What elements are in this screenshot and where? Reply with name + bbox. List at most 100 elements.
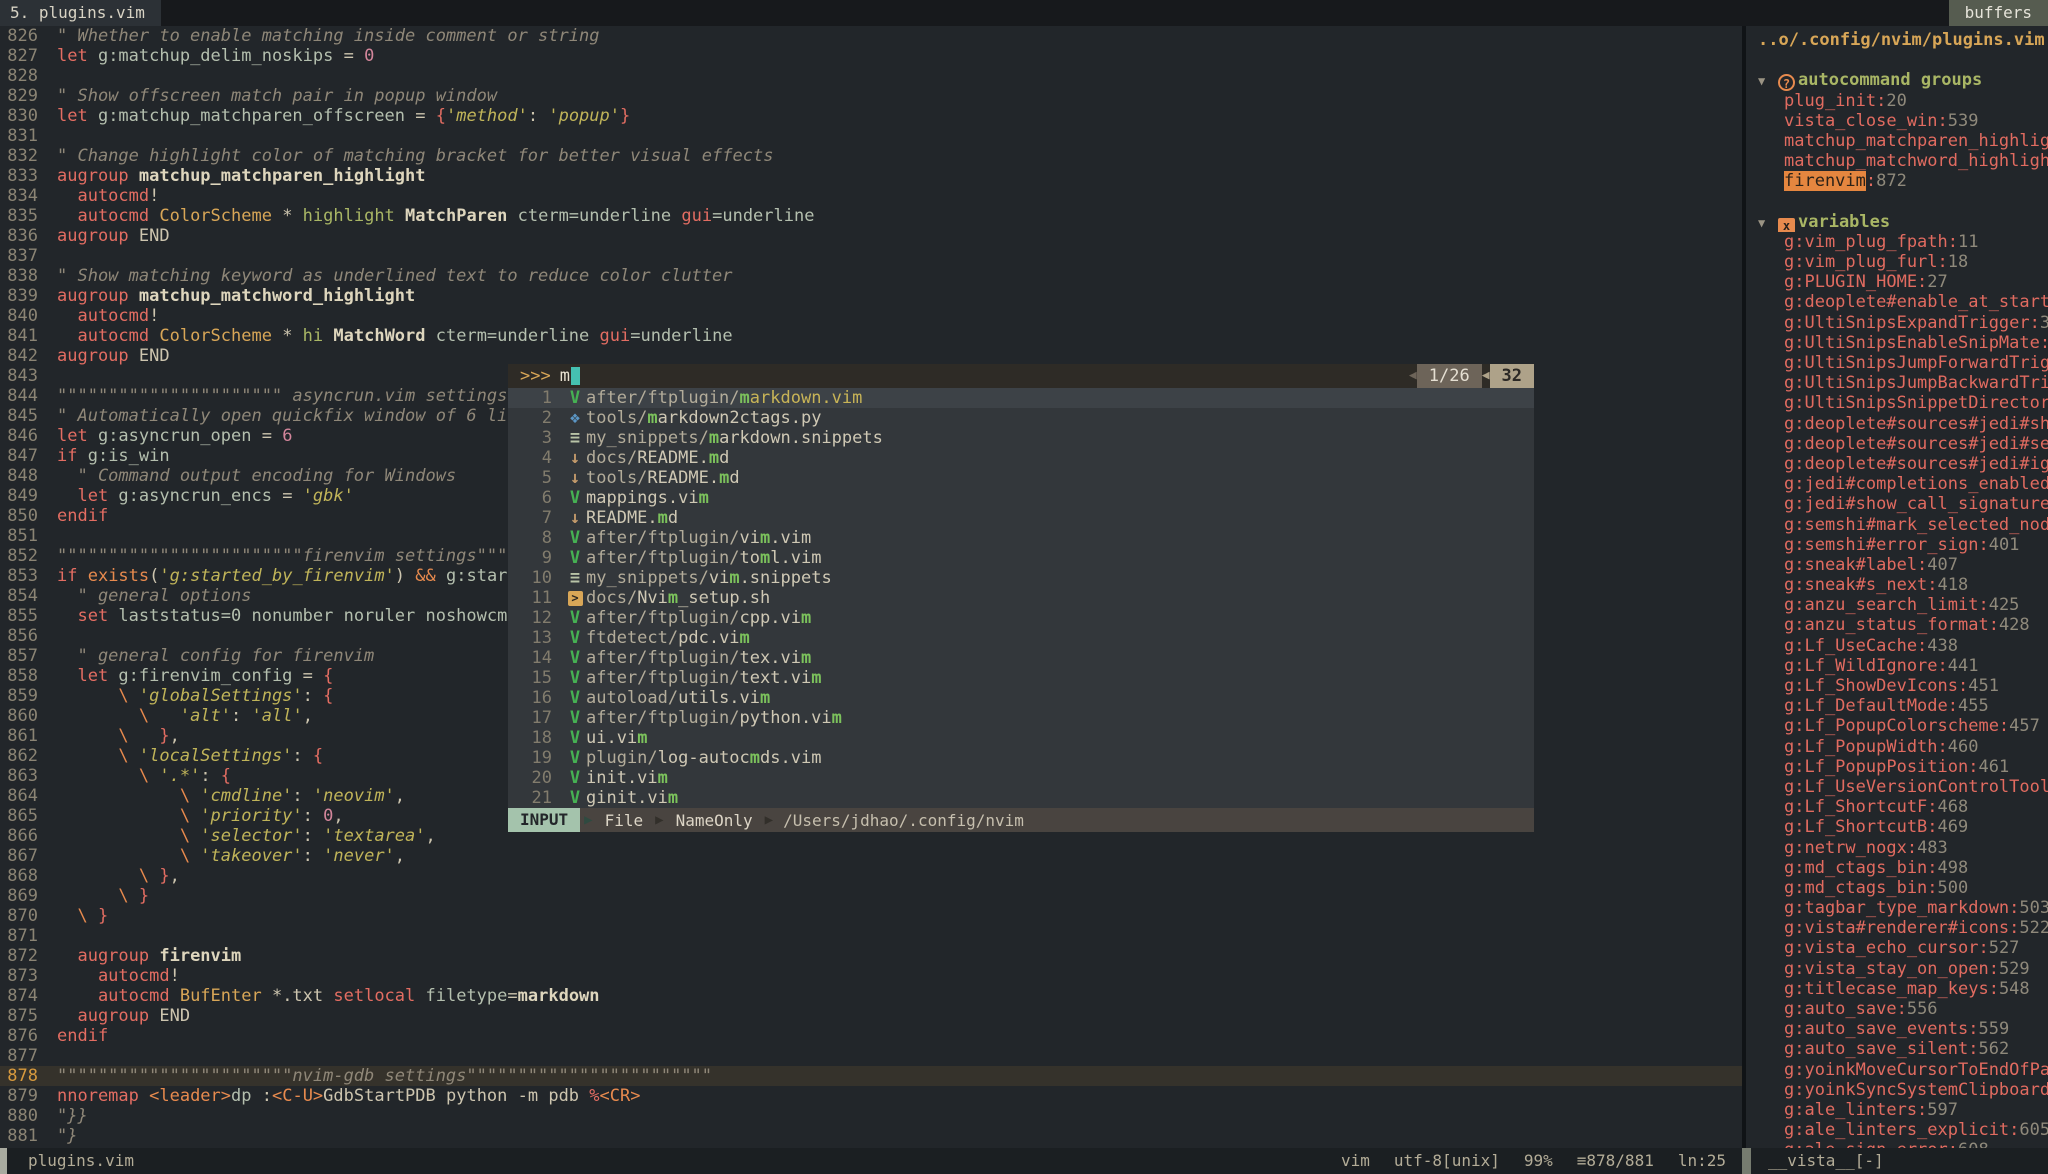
file-result-row[interactable]: 6Vmappings.vim [508, 488, 1534, 508]
symbol-item[interactable]: g:auto_save_events:559 [1746, 1019, 2048, 1039]
symbol-item[interactable]: vista_close_win:539 [1746, 111, 2048, 131]
symbol-item[interactable]: plug_init:20 [1746, 91, 2048, 111]
code-line-876[interactable]: 876endif [0, 1026, 1742, 1046]
symbol-item[interactable]: g:semshi#error_sign:401 [1746, 535, 2048, 555]
symbol-item[interactable]: g:vista#renderer#icons:522 [1746, 918, 2048, 938]
code-line-872[interactable]: 872 augroup firenvim [0, 946, 1742, 966]
symbol-item[interactable]: matchup_matchparen_highlight [1746, 131, 2048, 151]
symbol-item[interactable]: g:Lf_PopupPosition:461 [1746, 757, 2048, 777]
symbol-item[interactable]: g:auto_save_silent:562 [1746, 1039, 2048, 1059]
symbol-item[interactable]: g:sneak#s_next:418 [1746, 575, 2048, 595]
file-result-row[interactable]: 21Vginit.vim [508, 788, 1534, 808]
sidebar-section-header[interactable]: ▼xvariables [1746, 212, 2048, 232]
symbol-item[interactable]: g:ale_linters_explicit:605 [1746, 1120, 2048, 1140]
symbol-item[interactable]: g:Lf_PopupWidth:460 [1746, 737, 2048, 757]
file-result-row[interactable]: 20Vinit.vim [508, 768, 1534, 788]
file-result-row[interactable]: 2❖tools/markdown2ctags.py [508, 408, 1534, 428]
file-result-row[interactable]: 13Vftdetect/pdc.vim [508, 628, 1534, 648]
symbol-item[interactable]: g:titlecase_map_keys:548 [1746, 979, 2048, 999]
symbol-item[interactable]: g:deoplete#sources#jedi#igno [1746, 454, 2048, 474]
symbol-item[interactable]: g:deoplete#enable_at_startup [1746, 292, 2048, 312]
symbol-item[interactable]: g:Lf_ShortcutF:468 [1746, 797, 2048, 817]
symbol-item[interactable]: g:tagbar_type_markdown:503 [1746, 898, 2048, 918]
symbol-item[interactable]: g:anzu_status_format:428 [1746, 615, 2048, 635]
file-result-row[interactable]: 17Vafter/ftplugin/python.vim [508, 708, 1534, 728]
code-line-835[interactable]: 835 autocmd ColorScheme * highlight Matc… [0, 206, 1742, 226]
symbol-item[interactable]: g:PLUGIN_HOME:27 [1746, 272, 2048, 292]
code-line-837[interactable]: 837 [0, 246, 1742, 266]
symbol-item[interactable]: g:Lf_WildIgnore:441 [1746, 656, 2048, 676]
code-line-873[interactable]: 873 autocmd! [0, 966, 1742, 986]
file-result-row[interactable]: 11>docs/Nvim_setup.sh [508, 588, 1534, 608]
code-line-828[interactable]: 828 [0, 66, 1742, 86]
code-line-833[interactable]: 833augroup matchup_matchparen_highlight [0, 166, 1742, 186]
tab-buffers[interactable]: buffers [1949, 0, 2048, 26]
symbol-item[interactable]: g:Lf_UseVersionControlTool:4 [1746, 777, 2048, 797]
code-line-826[interactable]: 826" Whether to enable matching inside c… [0, 26, 1742, 46]
symbol-item[interactable]: g:vim_plug_furl:18 [1746, 252, 2048, 272]
symbol-item[interactable]: firenvim:872 [1746, 171, 2048, 191]
symbol-item[interactable]: g:auto_save:556 [1746, 999, 2048, 1019]
sidebar-section-header[interactable]: ▼?autocommand groups [1746, 70, 2048, 90]
file-result-row[interactable]: 3≡my_snippets/markdown.snippets [508, 428, 1534, 448]
file-result-row[interactable]: 1Vafter/ftplugin/markdown.vim [508, 388, 1534, 408]
code-line-881[interactable]: 881"} [0, 1126, 1742, 1146]
symbol-item[interactable]: g:sneak#label:407 [1746, 555, 2048, 575]
code-line-877[interactable]: 877 [0, 1046, 1742, 1066]
file-result-row[interactable]: 10≡my_snippets/vim.snippets [508, 568, 1534, 588]
symbol-item[interactable]: g:UltiSnipsJumpForwardTrigge [1746, 353, 2048, 373]
code-line-880[interactable]: 880"}} [0, 1106, 1742, 1126]
symbol-item[interactable]: g:UltiSnipsSnippetDirectorie [1746, 393, 2048, 413]
code-line-875[interactable]: 875 augroup END [0, 1006, 1742, 1026]
symbol-item[interactable]: g:deoplete#sources#jedi#show [1746, 414, 2048, 434]
code-line-827[interactable]: 827let g:matchup_delim_noskips = 0 [0, 46, 1742, 66]
symbol-item[interactable]: g:vim_plug_fpath:11 [1746, 232, 2048, 252]
code-line-874[interactable]: 874 autocmd BufEnter *.txt setlocal file… [0, 986, 1742, 1006]
symbol-item[interactable]: g:semshi#mark_selected_nodes [1746, 515, 2048, 535]
chevron-down-icon[interactable]: ▼ [1758, 213, 1778, 232]
symbol-item[interactable]: g:vista_echo_cursor:527 [1746, 938, 2048, 958]
file-result-row[interactable]: 5↓tools/README.md [508, 468, 1534, 488]
code-line-869[interactable]: 869 \ } [0, 886, 1742, 906]
code-line-836[interactable]: 836augroup END [0, 226, 1742, 246]
code-line-839[interactable]: 839augroup matchup_matchword_highlight [0, 286, 1742, 306]
code-line-878[interactable]: 878"""""""""""""""""""""""nvim-gdb setti… [0, 1066, 1742, 1086]
symbol-item[interactable]: g:Lf_DefaultMode:455 [1746, 696, 2048, 716]
symbol-item[interactable]: g:md_ctags_bin:500 [1746, 878, 2048, 898]
code-line-831[interactable]: 831 [0, 126, 1742, 146]
file-result-row[interactable]: 9Vafter/ftplugin/toml.vim [508, 548, 1534, 568]
symbol-item[interactable]: g:Lf_PopupColorscheme:457 [1746, 716, 2048, 736]
symbol-item[interactable]: g:md_ctags_bin:498 [1746, 858, 2048, 878]
file-result-row[interactable]: 14Vafter/ftplugin/tex.vim [508, 648, 1534, 668]
statusline-window-separator[interactable] [1742, 1148, 1751, 1174]
code-line-832[interactable]: 832" Change highlight color of matching … [0, 146, 1742, 166]
symbol-item[interactable]: g:jedi#show_call_signatures: [1746, 494, 2048, 514]
code-line-871[interactable]: 871 [0, 926, 1742, 946]
symbol-item[interactable]: g:UltiSnipsExpandTrigger:364 [1746, 313, 2048, 333]
symbol-item[interactable]: g:yoinkMoveCursorToEndOfPast [1746, 1060, 2048, 1080]
tab-plugins-vim[interactable]: 5. plugins.vim [0, 0, 161, 26]
code-line-867[interactable]: 867 \ 'takeover': 'never', [0, 846, 1742, 866]
file-result-row[interactable]: 7↓README.md [508, 508, 1534, 528]
symbol-item[interactable]: g:Lf_ShortcutB:469 [1746, 817, 2048, 837]
symbol-item[interactable]: g:deoplete#sources#jedi#serv [1746, 434, 2048, 454]
file-result-row[interactable]: 16Vautoload/utils.vim [508, 688, 1534, 708]
search-input[interactable]: m [551, 366, 570, 386]
code-line-829[interactable]: 829" Show offscreen match pair in popup … [0, 86, 1742, 106]
code-line-840[interactable]: 840 autocmd! [0, 306, 1742, 326]
code-line-838[interactable]: 838" Show matching keyword as underlined… [0, 266, 1742, 286]
symbol-item[interactable]: g:netrw_nogx:483 [1746, 838, 2048, 858]
symbol-item[interactable]: g:UltiSnipsJumpBackwardTrigg [1746, 373, 2048, 393]
symbol-item[interactable]: g:anzu_search_limit:425 [1746, 595, 2048, 615]
symbol-item[interactable]: g:Lf_UseCache:438 [1746, 636, 2048, 656]
code-line-868[interactable]: 868 \ }, [0, 866, 1742, 886]
code-line-830[interactable]: 830let g:matchup_matchparen_offscreen = … [0, 106, 1742, 126]
chevron-down-icon[interactable]: ▼ [1758, 71, 1778, 90]
symbol-item[interactable]: g:vista_stay_on_open:529 [1746, 959, 2048, 979]
code-line-870[interactable]: 870 \ } [0, 906, 1742, 926]
symbol-item[interactable]: g:ale_sign_error:608 [1746, 1140, 2048, 1148]
file-result-row[interactable]: 8Vafter/ftplugin/vim.vim [508, 528, 1534, 548]
symbol-item[interactable]: g:Lf_ShowDevIcons:451 [1746, 676, 2048, 696]
symbol-item[interactable]: g:yoinkSyncSystemClipboardOn [1746, 1080, 2048, 1100]
code-line-879[interactable]: 879nnoremap <leader>dp :<C-U>GdbStartPDB… [0, 1086, 1742, 1106]
